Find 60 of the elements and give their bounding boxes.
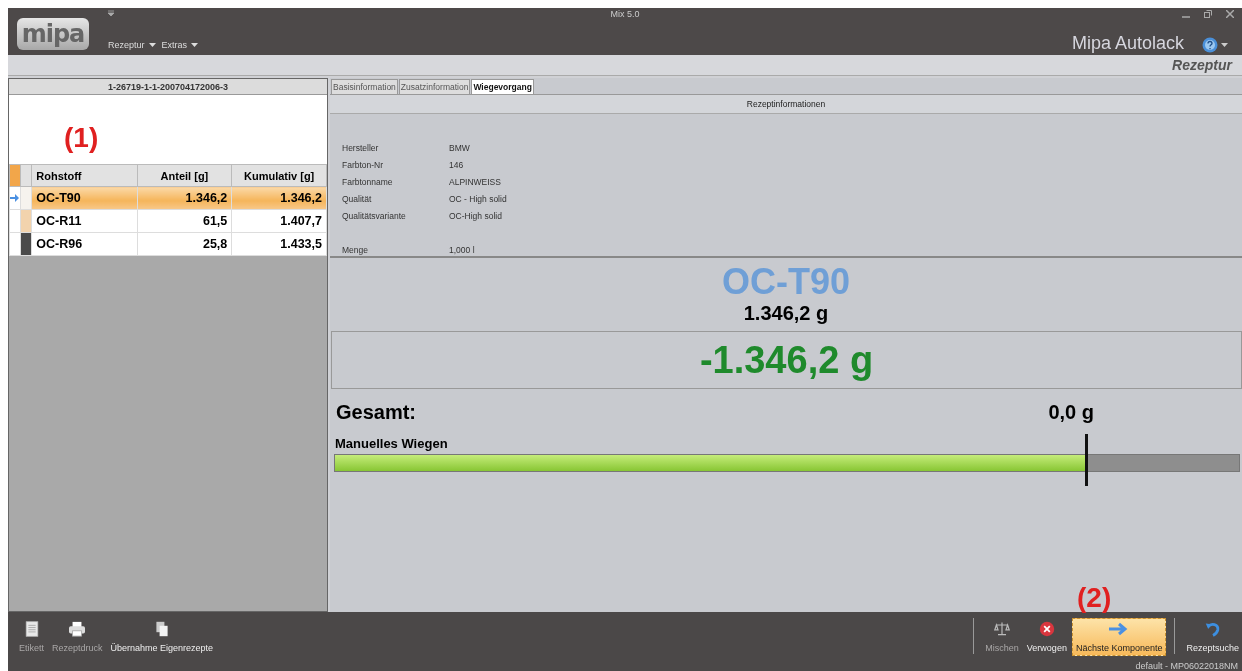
table-cell: 25,8 — [137, 232, 232, 256]
scale-icon — [992, 621, 1013, 637]
row-pointer-icon — [10, 194, 19, 202]
caret-icon — [191, 43, 199, 47]
field-label: Menge — [342, 244, 369, 255]
field-label: Qualitätsvariante — [342, 210, 407, 221]
ingredient-row[interactable]: OC-R11 61,5 1.407,7 — [9, 209, 327, 233]
table-cell: 1.433,5 — [231, 232, 327, 256]
tab[interactable]: Basisinformation — [331, 79, 398, 94]
column-header[interactable]: Rohstoff — [31, 164, 138, 187]
ingredient-row[interactable]: OC-R96 25,8 1.433,5 — [9, 232, 327, 256]
field-label: Farbtonname — [342, 176, 394, 187]
tab[interactable]: Wiegevorgang — [471, 79, 534, 94]
menu-item[interactable]: Rezeptur — [108, 40, 156, 50]
section-title: Rezeptinformationen — [746, 99, 826, 109]
quick-access-icon[interactable] — [108, 10, 114, 16]
table-cell: 61,5 — [137, 209, 232, 233]
menu-item[interactable]: Extras — [161, 40, 199, 50]
copy-icon — [153, 621, 170, 637]
caret-icon — [148, 43, 156, 47]
total-label: Gesamt: — [336, 401, 417, 424]
toolbar-button[interactable]: Verwogen — [1023, 618, 1070, 656]
field-value: OC-High solid — [449, 210, 502, 221]
table-cell: 1.407,7 — [231, 209, 327, 233]
caret-icon — [1221, 43, 1228, 47]
help-icon[interactable] — [1202, 37, 1218, 53]
field-value: ALPINWEISS — [449, 176, 501, 187]
remaining-weight-display: -1.346,2 g — [331, 331, 1242, 389]
restore-icon[interactable] — [1204, 10, 1212, 18]
field-label: Farbton-Nr — [342, 159, 385, 170]
app-logo: mipa — [17, 18, 89, 50]
toolbar-button[interactable]: Rezeptsuche — [1183, 618, 1242, 656]
annotation-label: (2) — [1077, 584, 1112, 612]
field-value: 1,000 l — [449, 244, 475, 255]
window-title: Mix 5.0 — [610, 9, 640, 19]
brand-title: Mipa Autolack — [1071, 33, 1184, 54]
close-icon[interactable] — [1226, 10, 1234, 18]
ingredient-row[interactable]: OC-T90 1.346,2 1.346,2 — [9, 186, 327, 210]
toolbar-button[interactable]: Nächste Komponente — [1071, 618, 1167, 656]
toolbar-button[interactable]: Übernahme Eigenrezepte — [107, 618, 217, 656]
total-weight: 0,0 g — [1048, 401, 1094, 424]
tab[interactable]: Zusatzinformation — [398, 79, 471, 94]
recipe-id: 1-26719-1-1-200704172006-3 — [107, 81, 229, 92]
table-cell: OC-R11 — [31, 209, 138, 233]
section-label: Rezeptur — [1172, 57, 1232, 73]
annotation-label: (1) — [64, 124, 99, 152]
field-label: Qualität — [342, 193, 373, 204]
component-name: OC-T90 — [722, 264, 850, 300]
column-header[interactable]: Anteil [g] — [137, 164, 232, 187]
weighing-mode-label: Manuelles Wiegen — [335, 436, 448, 451]
status-text: default - MP06022018NM — [1135, 661, 1238, 671]
field-value: 146 — [449, 159, 464, 170]
printer-icon — [67, 621, 88, 637]
target-marker — [1084, 434, 1088, 486]
table-cell: OC-R96 — [31, 232, 138, 256]
field-value: OC - High solid — [449, 193, 507, 204]
target-weight: 1.346,2 g — [743, 302, 829, 325]
column-header[interactable]: Kumulativ [g] — [231, 164, 327, 187]
field-label: Hersteller — [342, 142, 380, 153]
field-value: BMW — [449, 142, 470, 153]
